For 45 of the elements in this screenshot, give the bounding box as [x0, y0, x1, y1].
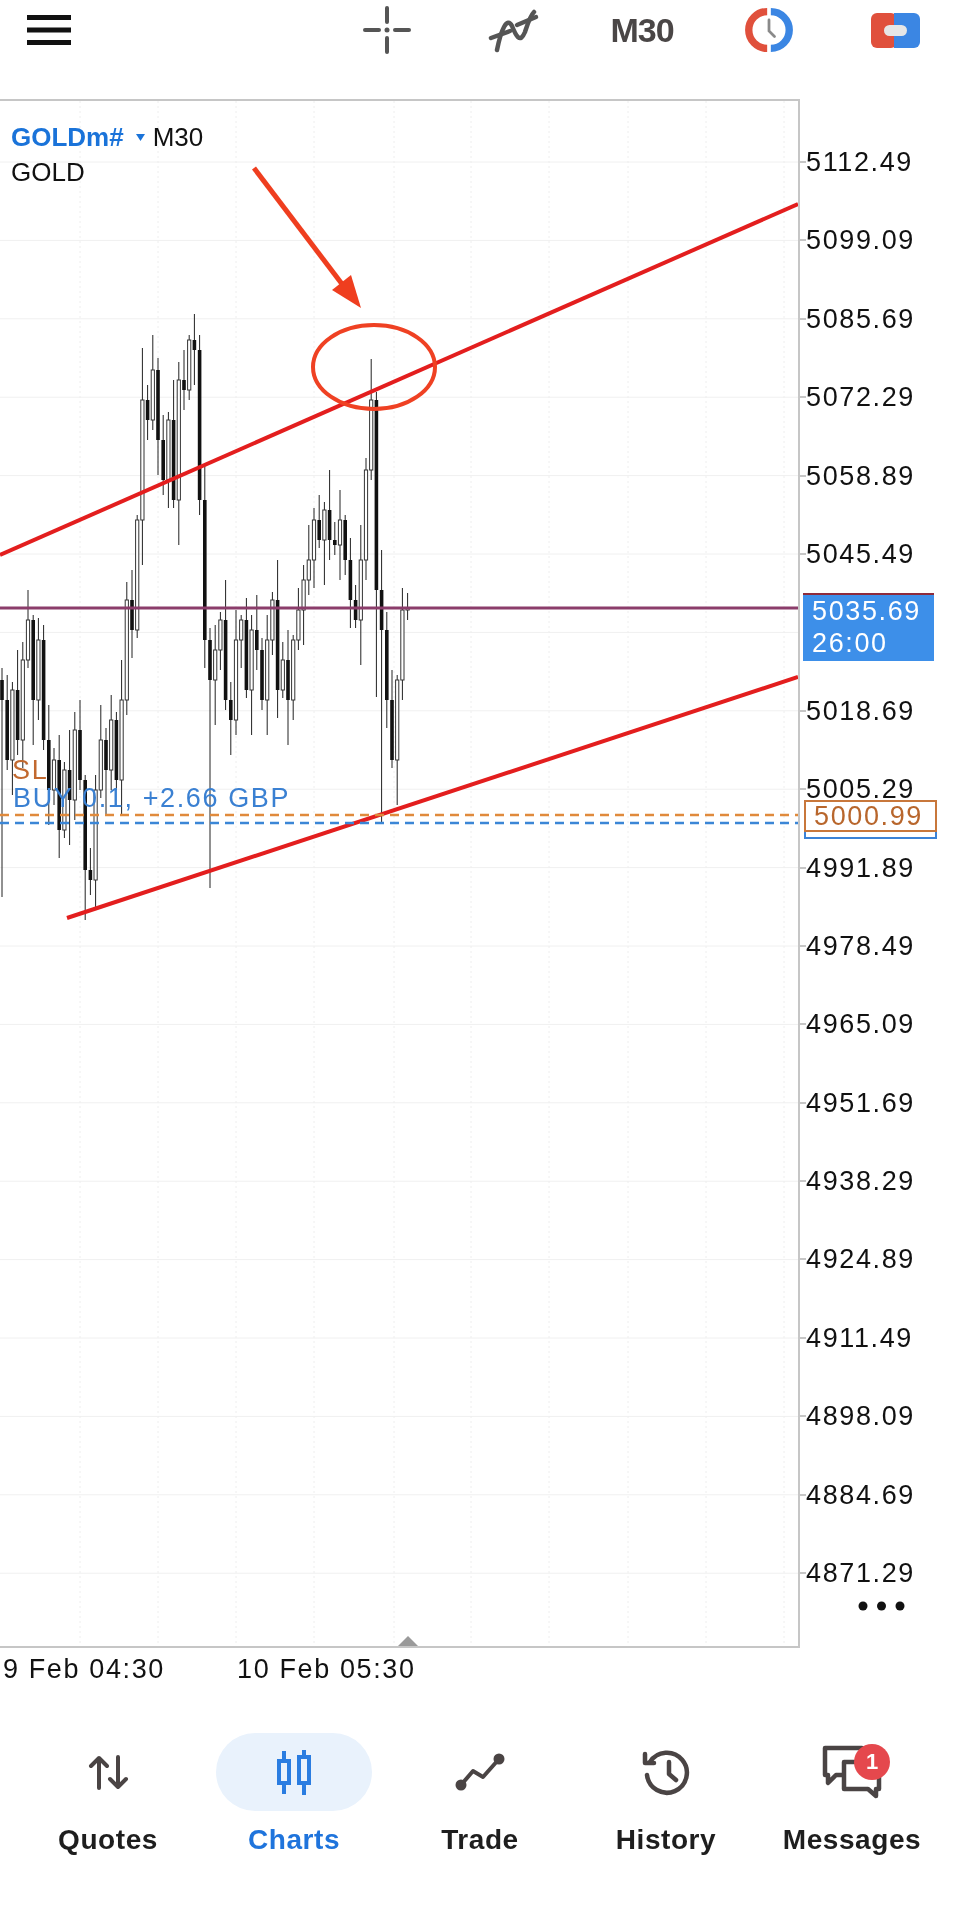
symbol-name[interactable]: GOLDm# [11, 124, 124, 150]
timeframe-button[interactable]: M30 [607, 13, 677, 47]
history-icon [640, 1747, 692, 1797]
wave-curve-icon[interactable] [488, 7, 539, 53]
time-axis-label: 9 Feb 04:30 [3, 1656, 165, 1683]
price-axis-label: 5018.69 [806, 699, 915, 722]
price-axis-label: 5072.29 [806, 386, 915, 409]
price-axis-label: 5112.49 [806, 151, 913, 173]
price-axis-label: 4871.29 [806, 1562, 915, 1584]
nav-tab[interactable]: Charts [201, 1733, 387, 1854]
nav-tab[interactable]: Trade [387, 1733, 573, 1854]
caret-icon[interactable] [135, 133, 145, 141]
notification-badge: 1 [854, 1744, 890, 1780]
clock-icon[interactable] [744, 7, 794, 53]
price-axis-label: 5099.09 [806, 229, 915, 252]
price-axis-label: 4884.69 [806, 1483, 915, 1506]
stop-loss-label: SL [12, 757, 49, 784]
more-icon[interactable] [858, 1601, 905, 1612]
price-axis-label: 5058.89 [806, 464, 915, 487]
crosshair-icon[interactable] [363, 6, 411, 54]
symbol-description: GOLD [11, 159, 85, 185]
price-axis-label: 4991.89 [806, 856, 915, 879]
bid-price: 5035.69 [812, 595, 921, 628]
price-axis-label: 4924.89 [806, 1248, 915, 1271]
price-axis-label: 5085.69 [806, 307, 915, 330]
price-axis-label: 5045.49 [806, 542, 915, 565]
chart-timeframe: M30 [152, 124, 204, 150]
chart-shift-icon[interactable] [398, 1636, 418, 1646]
nav-tab[interactable]: History [573, 1733, 759, 1854]
stop-loss-price-tag: 5000.99 [804, 800, 937, 832]
up-down-arrows-icon [87, 1754, 129, 1790]
price-axis-label: 5005.29 [806, 778, 915, 801]
split-tile-icon[interactable] [871, 12, 920, 48]
price-axis-label: 4965.09 [806, 1013, 915, 1036]
price-axis-label: 4978.49 [806, 934, 915, 957]
price-axis-label: 4911.49 [806, 1326, 913, 1349]
menu-icon[interactable] [27, 15, 71, 45]
price-axis-label: 4938.29 [806, 1170, 915, 1193]
nav-tab[interactable]: Quotes [15, 1733, 201, 1854]
line-chart-icon [455, 1753, 505, 1791]
price-axis-label: 4951.69 [806, 1091, 915, 1114]
time-axis-label: 10 Feb 05:30 [237, 1656, 416, 1683]
price-axis-label: 4898.09 [806, 1405, 915, 1428]
nav-tab[interactable]: 1 Messages [759, 1733, 945, 1854]
countdown-timer: 26:00 [812, 627, 888, 660]
